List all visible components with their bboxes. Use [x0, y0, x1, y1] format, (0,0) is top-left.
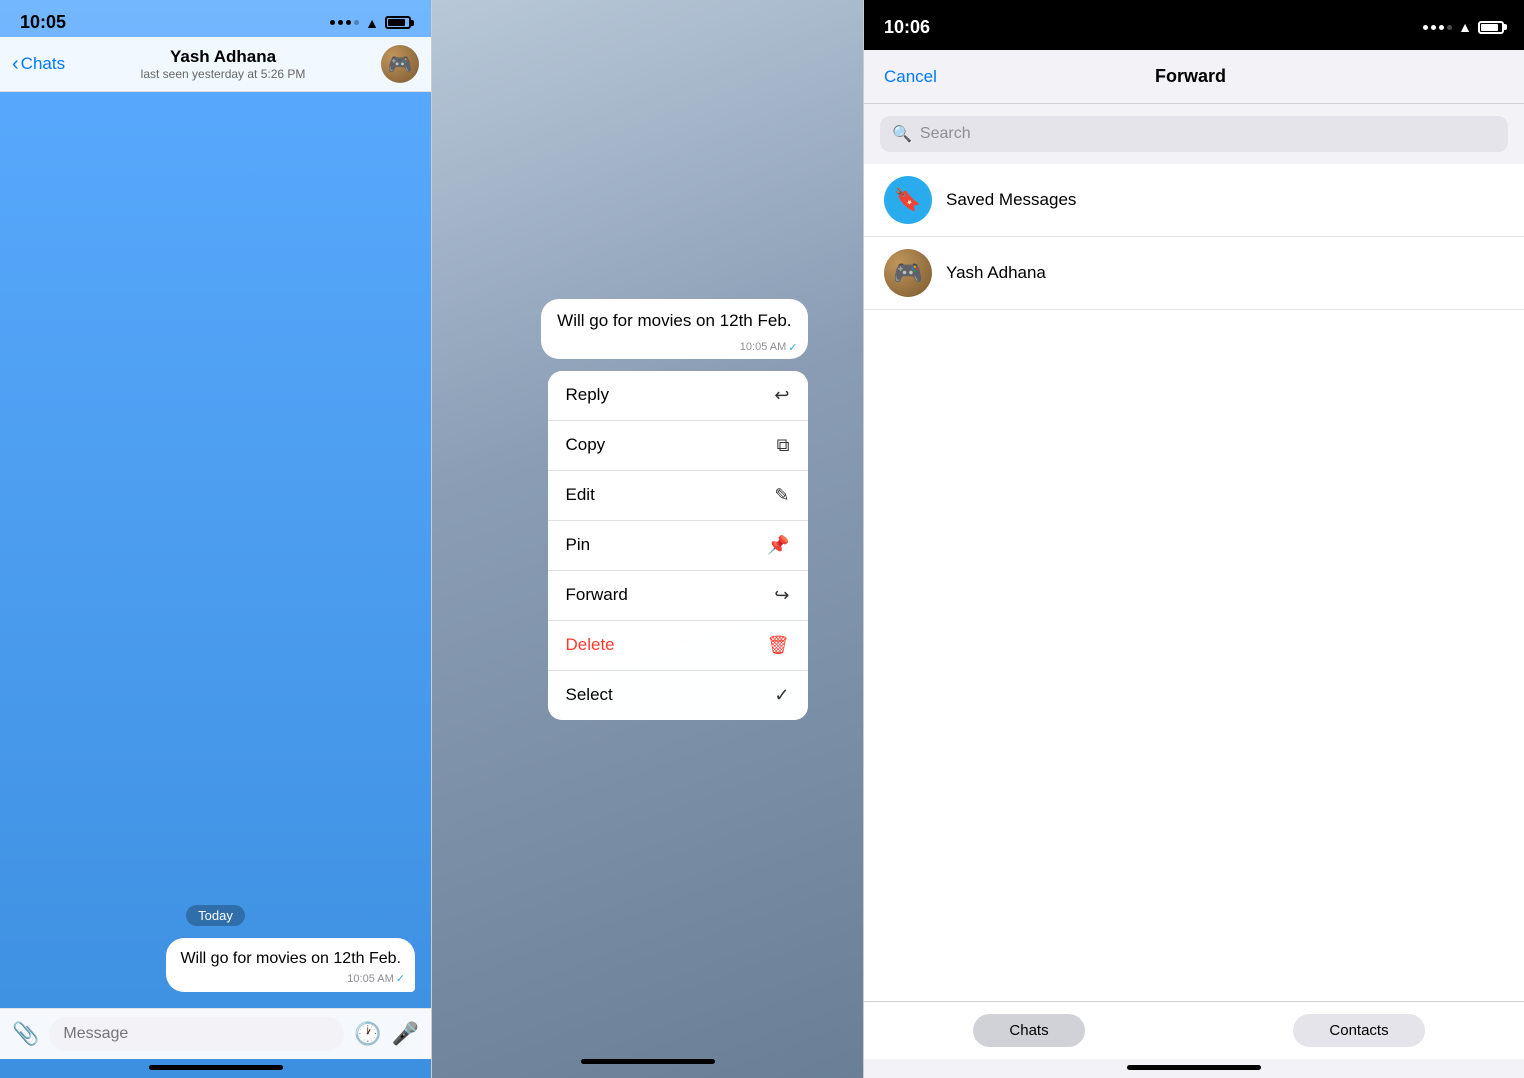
forward-title: Forward: [1155, 66, 1226, 87]
battery-icon: [385, 16, 411, 29]
signal-icon-white: [1423, 25, 1452, 30]
contacts-list: 🔖 Saved Messages 🎮 Yash Adhana: [864, 164, 1524, 1001]
avatar[interactable]: 🎮: [381, 45, 419, 83]
preview-time: 10:05 AM: [740, 341, 786, 353]
select-icon: ✓: [774, 685, 789, 706]
status-icons-panel1: ▲: [330, 15, 411, 31]
contact-name: Yash Adhana: [73, 47, 373, 67]
cancel-button[interactable]: Cancel: [884, 67, 937, 87]
tab-chats[interactable]: Chats: [864, 1014, 1194, 1047]
saved-messages-name: Saved Messages: [946, 190, 1076, 210]
back-button[interactable]: ‹ Chats: [12, 53, 65, 76]
pin-icon: 📌: [767, 535, 789, 556]
copy-icon: ⧉: [777, 435, 790, 456]
chat-panel: 10:05 ▲ ‹ Chats Yash Adhana last seen ye…: [0, 0, 432, 1078]
menu-item-pin[interactable]: Pin 📌: [548, 521, 808, 571]
menu-item-delete[interactable]: Delete 🗑: [548, 621, 808, 671]
context-menu: Reply ↩ Copy ⧉ Edit ✎ Pin 📌 Forward ↪ De…: [548, 371, 808, 720]
menu-item-edit[interactable]: Edit ✎: [548, 471, 808, 521]
read-checkmark: ✓: [396, 972, 405, 987]
chat-body: Today Will go for movies on 12th Feb. 10…: [0, 92, 431, 1008]
header-center: Yash Adhana last seen yesterday at 5:26 …: [73, 47, 373, 81]
status-icons-panel3: ▲: [1423, 19, 1504, 35]
message-time: 10:05 AM: [347, 972, 393, 987]
menu-item-select[interactable]: Select ✓: [548, 671, 808, 720]
bookmark-icon: 🔖: [894, 187, 921, 213]
preview-text: Will go for movies on 12th Feb.: [557, 311, 791, 330]
chat-header: ‹ Chats Yash Adhana last seen yesterday …: [0, 37, 431, 92]
avatar-image: 🎮: [381, 45, 419, 83]
battery-icon-white: [1478, 21, 1504, 34]
mic-icon[interactable]: 🎤: [392, 1021, 419, 1047]
select-label: Select: [566, 685, 613, 705]
forward-label: Forward: [566, 585, 628, 605]
tab-contacts[interactable]: Contacts: [1194, 1014, 1524, 1047]
menu-item-forward[interactable]: Forward ↪: [548, 571, 808, 621]
message-meta: 10:05 AM ✓: [347, 972, 405, 987]
time-panel3: 10:06: [884, 17, 930, 38]
home-indicator-panel3: [1127, 1065, 1261, 1070]
date-badge: Today: [186, 905, 245, 926]
preview-meta: 10:05 AM ✓: [740, 341, 798, 354]
delete-label: Delete: [566, 635, 615, 655]
date-label: Today: [16, 905, 415, 926]
forward-icon: ↪: [774, 585, 789, 606]
search-bar[interactable]: 🔍 Search: [880, 116, 1508, 152]
panel2-content: Will go for movies on 12th Feb. 10:05 AM…: [488, 299, 808, 720]
yash-avatar: 🎮: [884, 249, 932, 297]
yash-avatar-icon: 🎮: [893, 259, 923, 288]
sticker-icon[interactable]: 🕐: [354, 1021, 381, 1047]
copy-label: Copy: [566, 435, 606, 455]
edit-icon: ✎: [774, 485, 789, 506]
wifi-icon-white: ▲: [1458, 19, 1472, 35]
saved-messages-avatar: 🔖: [884, 176, 932, 224]
search-placeholder: Search: [920, 125, 971, 143]
forward-panel: 10:06 ▲ Cancel Forward 🔍 Search 🔖: [864, 0, 1524, 1078]
reply-icon: ↩: [774, 385, 789, 406]
menu-item-reply[interactable]: Reply ↩: [548, 371, 808, 421]
context-menu-panel: Will go for movies on 12th Feb. 10:05 AM…: [432, 0, 864, 1078]
menu-item-copy[interactable]: Copy ⧉: [548, 421, 808, 471]
reply-label: Reply: [566, 385, 609, 405]
preview-checkmark: ✓: [788, 341, 797, 354]
preview-message: Will go for movies on 12th Feb. 10:05 AM…: [541, 299, 807, 359]
chats-tab-button[interactable]: Chats: [973, 1014, 1084, 1047]
search-icon: 🔍: [892, 124, 912, 144]
forward-header: Cancel Forward: [864, 50, 1524, 104]
input-bar: 📎 🕐 🎤: [0, 1008, 431, 1059]
home-indicator-panel2: [581, 1059, 715, 1064]
status-bar-panel3: 10:06 ▲: [864, 0, 1524, 50]
signal-icon: [330, 20, 359, 25]
message-input[interactable]: [49, 1017, 344, 1051]
attachment-icon[interactable]: 📎: [12, 1021, 39, 1047]
bottom-tabs: Chats Contacts: [864, 1001, 1524, 1059]
delete-icon: 🗑: [767, 635, 790, 656]
status-bar-panel1: 10:05 ▲: [0, 0, 431, 37]
contact-item-yash[interactable]: 🎮 Yash Adhana: [864, 237, 1524, 310]
message-text: Will go for movies on 12th Feb.: [180, 950, 401, 967]
home-indicator-panel1: [149, 1065, 283, 1070]
contact-status: last seen yesterday at 5:26 PM: [73, 67, 373, 81]
time-panel1: 10:05: [20, 12, 66, 33]
edit-label: Edit: [566, 485, 595, 505]
contacts-tab-button[interactable]: Contacts: [1293, 1014, 1424, 1047]
back-label: Chats: [21, 54, 65, 74]
pin-label: Pin: [566, 535, 591, 555]
wifi-icon: ▲: [365, 15, 379, 31]
chevron-left-icon: ‹: [12, 53, 19, 76]
yash-name: Yash Adhana: [946, 263, 1046, 283]
message-bubble[interactable]: Will go for movies on 12th Feb. 10:05 AM…: [166, 938, 415, 992]
contact-item-saved[interactable]: 🔖 Saved Messages: [864, 164, 1524, 237]
